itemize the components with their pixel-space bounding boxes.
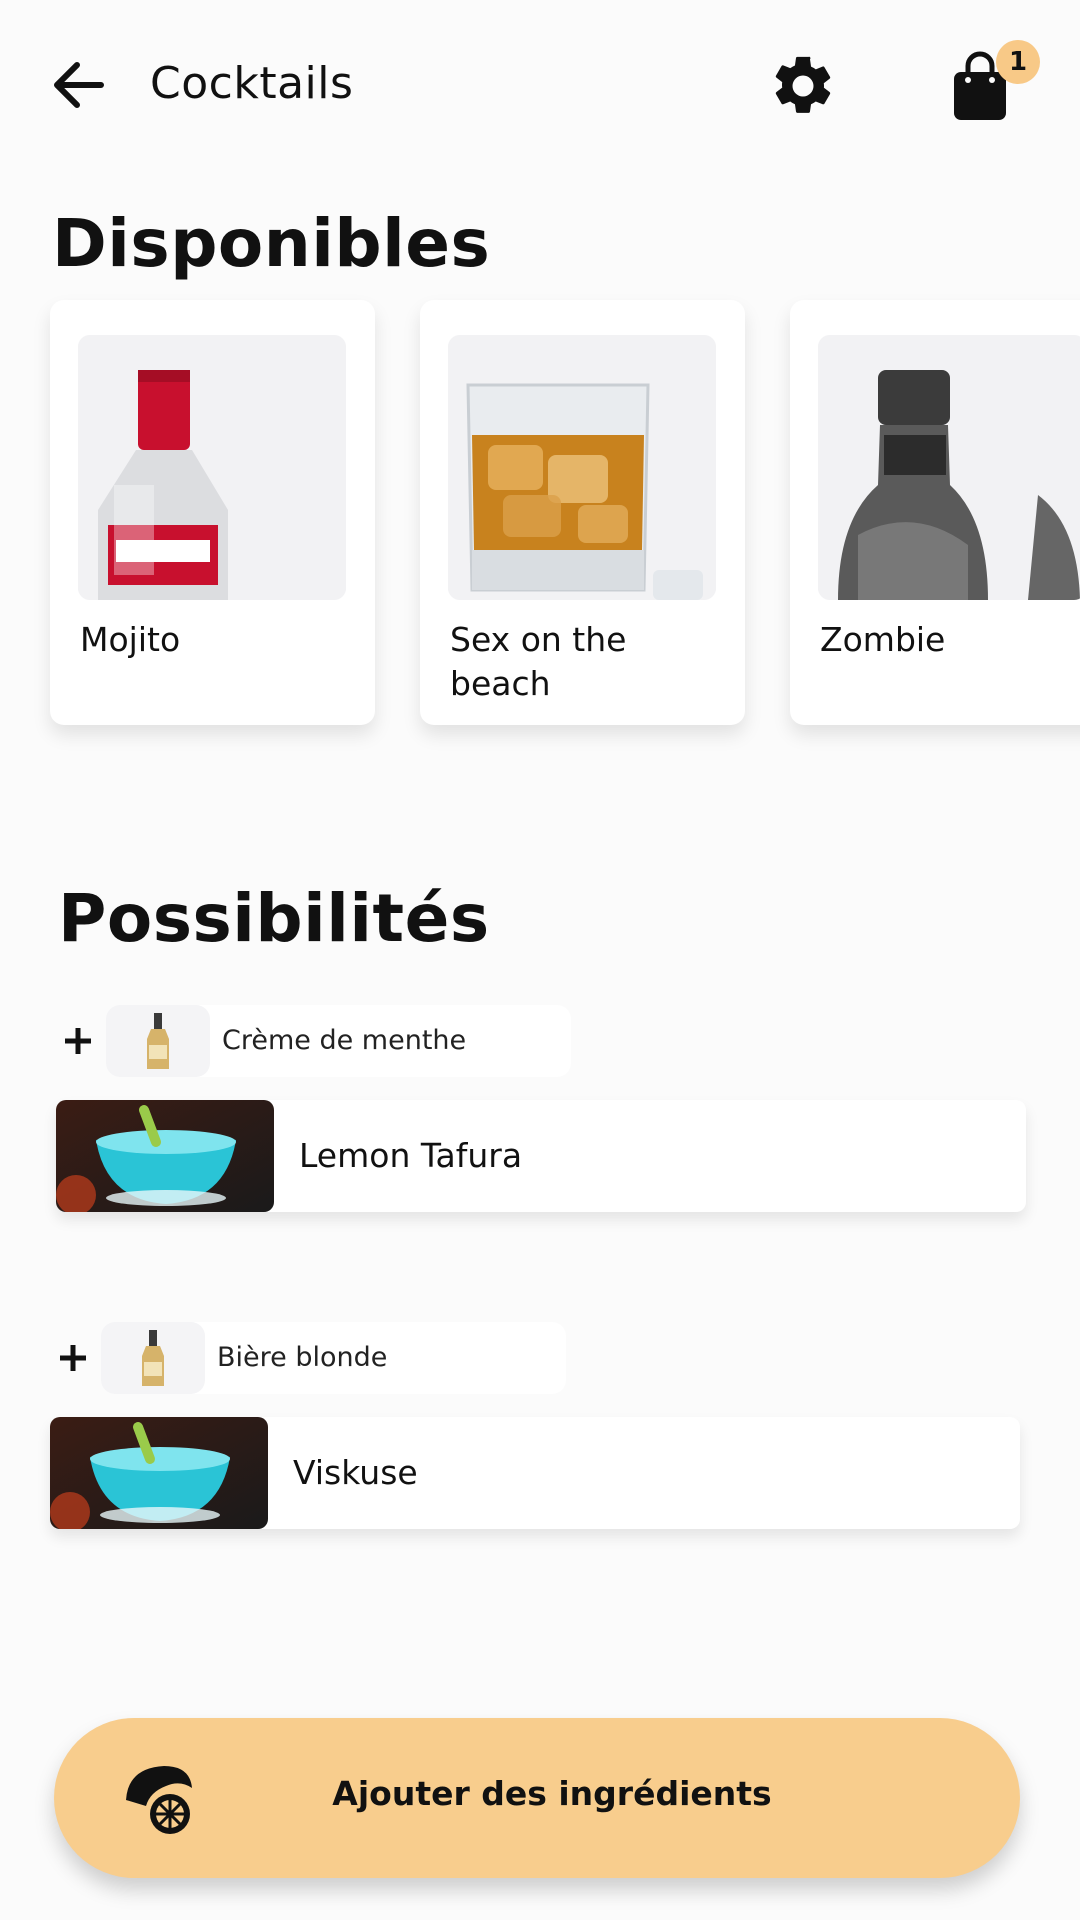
possible-cocktail-row[interactable]: Viskuse (50, 1417, 1020, 1529)
available-cocktails-carousel[interactable]: Mojito Sex on the beach Zombie (50, 300, 1080, 730)
cocktail-card-mojito[interactable]: Mojito (50, 300, 375, 725)
cart-button[interactable]: 1 (940, 40, 1040, 130)
cocktail-name: Lemon Tafura (299, 1136, 523, 1175)
cocktail-name: Zombie (820, 620, 946, 659)
back-button[interactable] (44, 50, 114, 120)
add-ingredient-button[interactable] (58, 1021, 98, 1061)
cocktail-name: Mojito (80, 620, 181, 659)
add-ingredient-button[interactable] (53, 1338, 93, 1378)
possible-cocktail-row[interactable]: Lemon Tafura (56, 1100, 1026, 1212)
section-title-available: Disponibles (52, 205, 491, 282)
ingredient-chip: Bière blonde (101, 1322, 566, 1394)
ingredient-name: Bière blonde (217, 1342, 388, 1373)
blue-cocktail-image (50, 1417, 268, 1529)
plus-icon (60, 1345, 86, 1371)
ingredient-name: Crème de menthe (222, 1025, 467, 1056)
liqueur-bottle-icon (101, 1322, 205, 1394)
add-ingredients-label: Ajouter des ingrédients (332, 1774, 772, 1813)
vodka-bottle-image (78, 335, 346, 600)
section-title-possibilities: Possibilités (58, 880, 490, 957)
add-ingredients-button[interactable]: Ajouter des ingrédients (54, 1718, 1020, 1878)
missing-ingredient-row: Bière blonde (53, 1322, 573, 1396)
cocktail-card-zombie[interactable]: Zombie (790, 300, 1080, 725)
settings-button[interactable] (763, 46, 843, 126)
gear-icon (775, 56, 831, 113)
plus-icon (65, 1028, 91, 1054)
cocktail-name: Sex on the beach (450, 620, 627, 703)
ingredient-chip: Crème de menthe (106, 1005, 571, 1077)
cocktails-screen: Cocktails 1 Disponibles Mojito Sex on th… (0, 0, 1080, 1920)
page-title: Cocktails (150, 58, 354, 109)
whisky-glass-image (448, 335, 716, 600)
missing-ingredient-row: Crème de menthe (58, 1005, 578, 1079)
top-bar: Cocktails 1 (0, 0, 1080, 170)
dark-bottle-image (818, 335, 1080, 600)
liqueur-bottle-icon (106, 1005, 210, 1077)
arrow-left-icon (54, 62, 104, 108)
blue-cocktail-image (56, 1100, 274, 1212)
cocktail-name: Viskuse (293, 1453, 418, 1492)
cocktail-card-sex-on-the-beach[interactable]: Sex on the beach (420, 300, 745, 725)
cart-count-badge: 1 (996, 40, 1040, 84)
